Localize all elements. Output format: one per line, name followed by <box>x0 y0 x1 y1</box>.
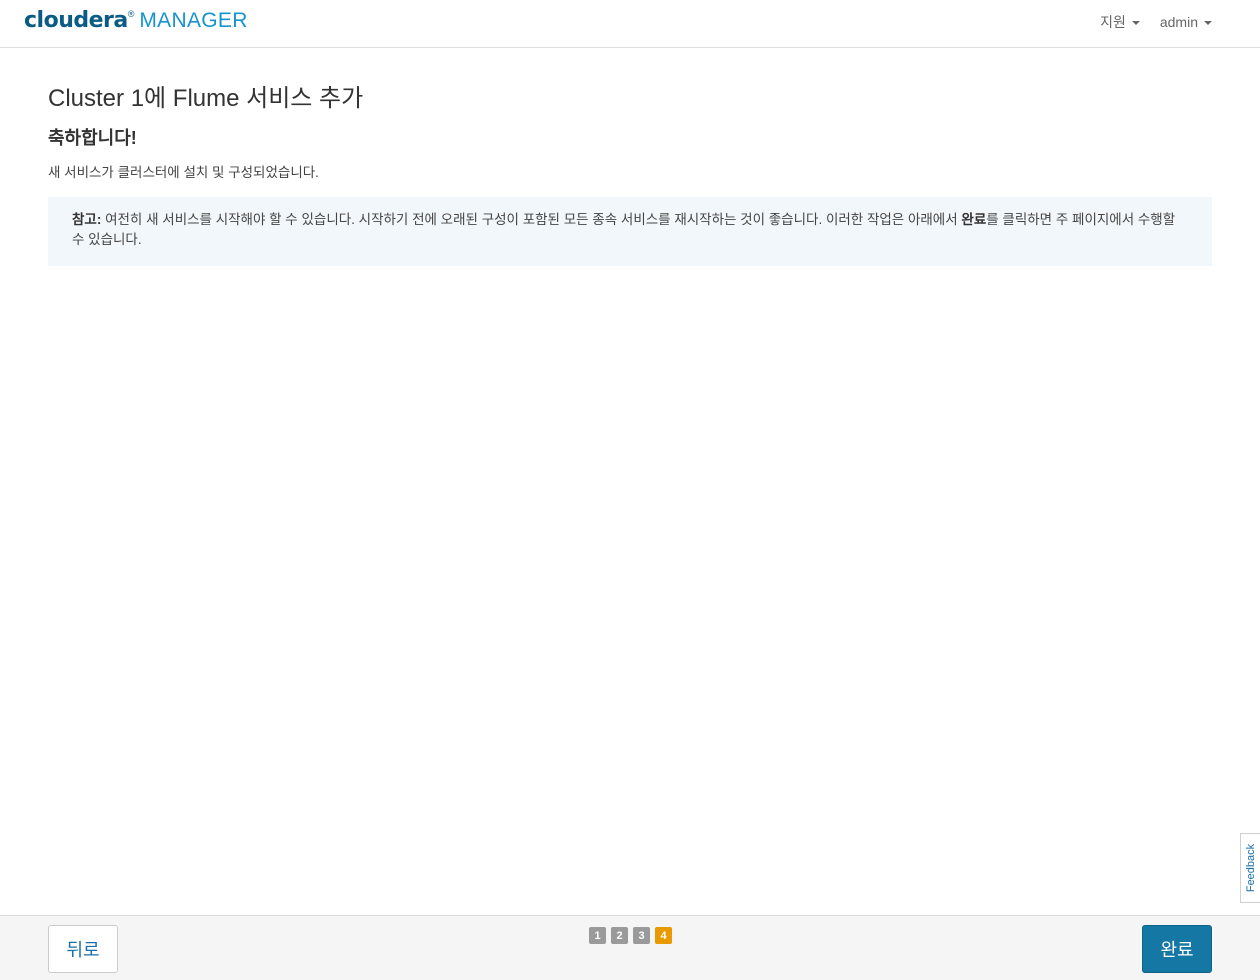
feedback-tab[interactable]: Feedback <box>1240 833 1260 903</box>
support-menu-label: 지원 <box>1100 14 1126 30</box>
step-badge-3: 3 <box>633 927 650 944</box>
feedback-label: Feedback <box>1244 843 1257 893</box>
support-menu[interactable]: 지원 <box>1100 12 1140 32</box>
logo-brand-text: cloudera <box>24 8 128 33</box>
caret-down-icon <box>1204 21 1212 25</box>
logo-registered-mark: ® <box>127 9 135 19</box>
completion-message: 새 서비스가 클러스터에 설치 및 구성되었습니다. <box>48 165 319 180</box>
caret-down-icon <box>1131 21 1140 25</box>
cloudera-manager-logo[interactable]: cloudera ® MANAGER <box>24 8 248 38</box>
step-badge-4-active: 4 <box>655 927 672 944</box>
logo-product-text: MANAGER <box>139 9 248 32</box>
note-label: 참고: <box>72 212 102 227</box>
note-text-before: 여전히 새 서비스를 시작해야 할 수 있습니다. 시작하기 전에 오래된 구성… <box>101 212 962 227</box>
user-menu-label: admin <box>1159 14 1198 30</box>
step-indicator: 1 2 3 4 <box>589 927 672 944</box>
top-navbar: cloudera ® MANAGER 지원 admin <box>0 0 1260 48</box>
finish-button[interactable]: 완료 <box>1142 925 1212 973</box>
page-title: Cluster 1에 Flume 서비스 추가 <box>48 85 364 112</box>
wizard-content: Cluster 1에 Flume 서비스 추가 축하합니다! 새 서비스가 클러… <box>48 48 1212 266</box>
user-menu[interactable]: admin <box>1160 12 1212 32</box>
note-finish-word: 완료 <box>961 212 987 227</box>
step-badge-2: 2 <box>611 927 628 944</box>
user-nav: 지원 admin <box>1100 12 1212 32</box>
step-badge-1: 1 <box>589 927 606 944</box>
wizard-footer: 뒤로 1 2 3 4 완료 <box>0 915 1260 980</box>
congrats-heading: 축하합니다! <box>48 128 137 148</box>
back-button[interactable]: 뒤로 <box>48 925 118 973</box>
note-box: 참고: 여전히 새 서비스를 시작해야 할 수 있습니다. 시작하기 전에 오래… <box>48 197 1212 266</box>
